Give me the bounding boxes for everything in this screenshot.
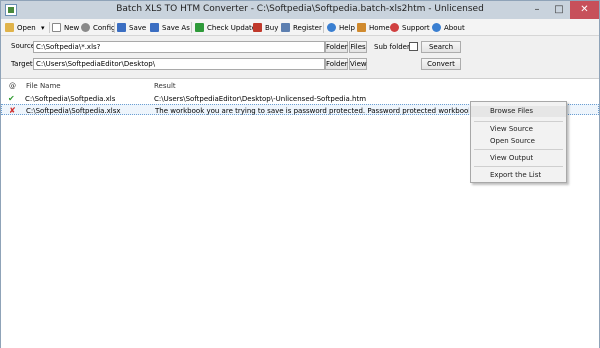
register-label: Register xyxy=(293,23,322,32)
maximize-button[interactable]: □ xyxy=(548,1,570,19)
help-label: Help xyxy=(339,23,355,32)
register-button[interactable]: Register xyxy=(281,21,322,34)
about-button[interactable]: About xyxy=(432,21,465,34)
result-column-header[interactable]: Result xyxy=(154,82,176,90)
app-window: Batch XLS TO HTM Converter - C:\Softpedi… xyxy=(0,0,600,348)
menu-separator xyxy=(474,149,563,150)
home-label: Home xyxy=(369,23,390,32)
update-icon xyxy=(195,23,204,32)
status-column-header[interactable]: @ xyxy=(9,82,16,90)
target-folder-button[interactable]: Folder xyxy=(325,58,348,70)
check-update-button[interactable]: Check Update xyxy=(195,21,256,34)
open-dropdown-button[interactable]: ▾ xyxy=(41,21,45,34)
row-result: The workbook you are trying to save is p… xyxy=(155,107,469,115)
about-label: About xyxy=(444,23,465,32)
save-label: Save xyxy=(129,23,147,32)
menu-item-open-source[interactable]: Open Source xyxy=(490,137,535,145)
cart-icon xyxy=(253,23,262,32)
target-input[interactable]: C:\Users\SoftpediaEditor\Desktop\ xyxy=(33,58,325,70)
view-button[interactable]: View xyxy=(349,58,367,70)
home-icon xyxy=(357,23,366,32)
save-as-icon xyxy=(150,23,159,32)
home-button[interactable]: Home xyxy=(357,21,390,34)
menu-item-view-output[interactable]: View Output xyxy=(490,154,533,162)
source-folder-button[interactable]: Folder xyxy=(325,41,348,53)
close-button[interactable]: ✕ xyxy=(570,1,599,19)
search-button[interactable]: Search xyxy=(421,41,461,53)
title-bar: Batch XLS TO HTM Converter - C:\Softpedi… xyxy=(1,1,599,19)
info-icon xyxy=(432,23,441,32)
folder-open-icon xyxy=(5,23,14,32)
row-file-name: C:\Softpedia\Softpedia.xls xyxy=(25,95,116,103)
toolbar-separator xyxy=(323,22,324,33)
minimize-button[interactable]: – xyxy=(526,1,548,19)
toolbar-separator xyxy=(49,22,50,33)
menu-separator xyxy=(474,121,563,122)
open-button[interactable]: Open xyxy=(5,21,36,34)
context-menu: Browse Files View Source Open Source Vie… xyxy=(470,101,567,183)
config-label: Config xyxy=(93,23,116,32)
row-file-name: C:\Softpedia\Softpedia.xlsx xyxy=(26,107,121,115)
buy-button[interactable]: Buy xyxy=(253,21,278,34)
help-icon xyxy=(327,23,336,32)
source-files-button[interactable]: Files xyxy=(349,41,367,53)
support-label: Support xyxy=(402,23,430,32)
save-icon xyxy=(117,23,126,32)
gear-icon xyxy=(81,23,90,32)
error-cross-icon: ✘ xyxy=(9,106,16,115)
toolbar-separator xyxy=(191,22,192,33)
new-button[interactable]: New xyxy=(52,21,79,34)
window-title: Batch XLS TO HTM Converter - C:\Softpedi… xyxy=(116,4,484,14)
source-input[interactable]: C:\Softpedia\*.xls? xyxy=(33,41,325,53)
source-target-form: Source C:\Softpedia\*.xls? Folder Files … xyxy=(1,37,599,77)
menu-item-view-source[interactable]: View Source xyxy=(490,125,533,133)
support-button[interactable]: Support xyxy=(390,21,430,34)
file-name-column-header[interactable]: File Name xyxy=(26,82,61,90)
row-result: C:\Users\SoftpediaEditor\Desktop\-Unlice… xyxy=(154,95,367,103)
save-as-button[interactable]: Save As xyxy=(150,21,190,34)
save-as-label: Save As xyxy=(162,23,190,32)
menu-item-export-list[interactable]: Export the List xyxy=(490,171,541,179)
buy-label: Buy xyxy=(265,23,279,32)
success-check-icon: ✔ xyxy=(8,94,15,103)
open-label: Open xyxy=(17,23,36,32)
new-label: New xyxy=(64,23,80,32)
help-button[interactable]: Help xyxy=(327,21,355,34)
check-update-label: Check Update xyxy=(207,23,257,32)
toolbar: Open ▾ New Config Save Save As Check Upd… xyxy=(1,19,599,36)
save-button[interactable]: Save xyxy=(117,21,146,34)
new-file-icon xyxy=(52,23,61,32)
chevron-down-icon: ▾ xyxy=(41,23,45,32)
config-button[interactable]: Config xyxy=(81,21,115,34)
menu-separator xyxy=(474,166,563,167)
support-icon xyxy=(390,23,399,32)
target-label: Target xyxy=(11,60,33,68)
convert-button[interactable]: Convert xyxy=(421,58,461,70)
source-label: Source xyxy=(11,42,36,50)
subfolders-checkbox[interactable] xyxy=(409,42,418,51)
list-header: @ File Name Result xyxy=(1,79,599,91)
menu-item-browse-files[interactable]: Browse Files xyxy=(471,106,566,117)
register-icon xyxy=(281,23,290,32)
toolbar-separator xyxy=(114,22,115,33)
subfolders-label: Sub folders xyxy=(374,43,414,51)
